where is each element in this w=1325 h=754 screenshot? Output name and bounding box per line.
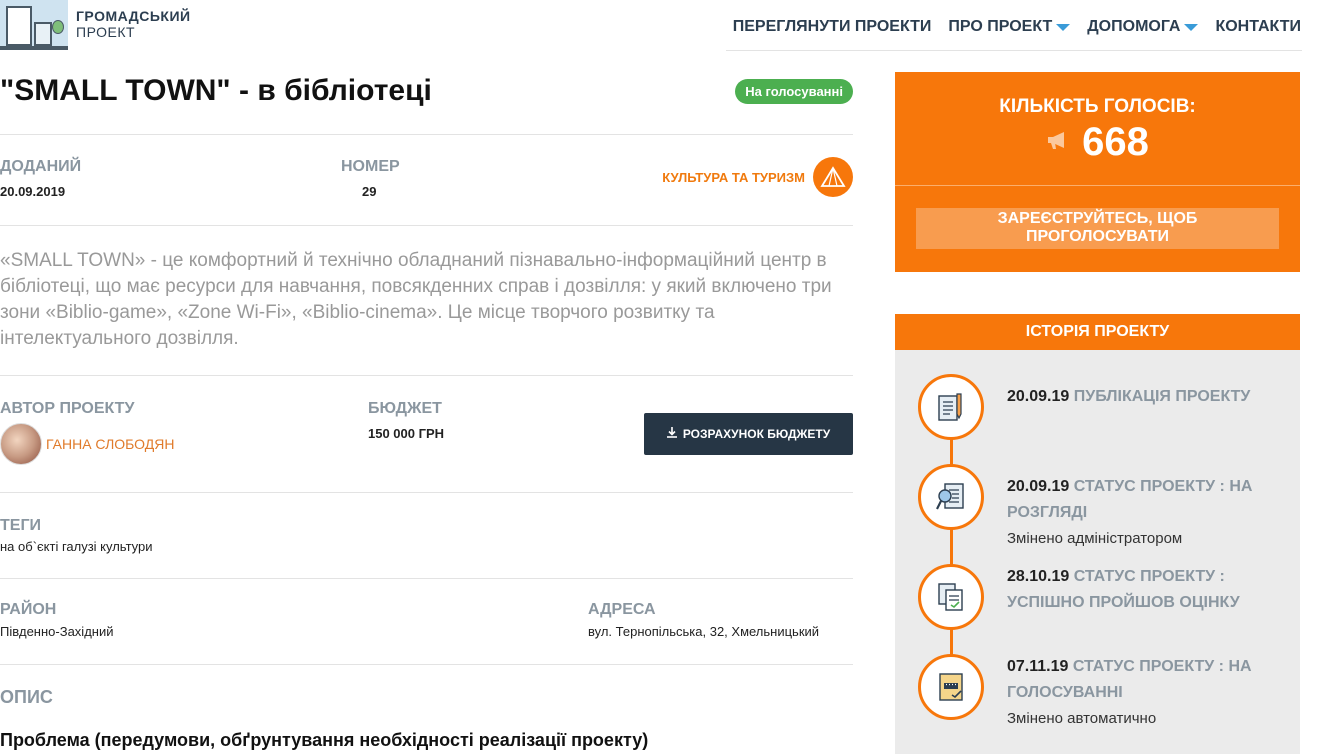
category-label: КУЛЬТУРА ТА ТУРИЗМ (662, 169, 805, 185)
votes-count-row: 668 (895, 120, 1300, 165)
address-value: вул. Тернопільська, 32, Хмельницький (588, 624, 820, 639)
votes-divider (895, 185, 1300, 186)
main-nav: ПЕРЕГЛЯНУТИ ПРОЕКТИ ПРО ПРОЕКТ ДОПОМОГА … (733, 18, 1301, 36)
budget-calc-button[interactable]: РОЗРАХУНОК БЮДЖЕТУ (644, 413, 853, 455)
address-label: АДРЕСА (588, 601, 656, 618)
nav-divider (726, 50, 1302, 51)
magnifier-document-icon (918, 464, 984, 530)
description-heading: ОПИС (0, 687, 53, 707)
nav-contacts[interactable]: КОНТАКТИ (1215, 18, 1301, 36)
divider (0, 578, 853, 579)
history-note: Змінено автоматично (1007, 710, 1157, 727)
logo-text: ГРОМАДСЬКИЙ ПРОЕКТ (76, 8, 191, 40)
budget-value: 150 000 ГРН (368, 426, 445, 441)
ballot-check-icon (918, 654, 984, 720)
number-label: НОМЕР (341, 158, 400, 175)
author-label: АВТОР ПРОЕКТУ (0, 400, 135, 417)
logo-line1: ГРОМАДСЬКИЙ (76, 8, 191, 24)
site-logo[interactable]: ГРОМАДСЬКИЙ ПРОЕКТ (0, 0, 200, 50)
divider (0, 375, 853, 376)
documents-check-icon (918, 564, 984, 630)
nav-help[interactable]: ДОПОМОГА (1087, 18, 1199, 36)
votes-panel: КІЛЬКІСТЬ ГОЛОСІВ: 668 ЗАРЕЄСТРУЙТЕСЬ, Щ… (895, 72, 1300, 272)
district-value: Південно-Західний (0, 624, 114, 639)
project-description: «SMALL TOWN» - це комфортний й технічно … (0, 250, 832, 349)
divider (0, 492, 853, 493)
register-to-vote-button[interactable]: ЗАРЕЄСТРУЙТЕСЬ, ЩОБ ПРОГОЛОСУВАТИ (916, 208, 1279, 249)
district-label: РАЙОН (0, 601, 57, 618)
chevron-down-icon (1056, 23, 1071, 31)
divider (0, 664, 853, 665)
nav-view-projects[interactable]: ПЕРЕГЛЯНУТИ ПРОЕКТИ (733, 18, 932, 36)
budget-calc-label: РОЗРАХУНОК БЮДЖЕТУ (682, 427, 831, 441)
votes-label: КІЛЬКІСТЬ ГОЛОСІВ: (999, 96, 1196, 117)
author[interactable]: ГАННА СЛОБОДЯН (0, 423, 174, 465)
added-label: ДОДАНИЙ (0, 158, 82, 175)
added-value: 20.09.2019 (0, 184, 66, 199)
tags-value[interactable]: на об`єкті галузі культури (0, 539, 153, 554)
status-badge: На голосуванні (735, 79, 853, 104)
nav-about-project[interactable]: ПРО ПРОЕКТ (948, 18, 1071, 36)
history-date: 07.11.19 (1007, 658, 1069, 675)
history-status: ПУБЛІКАЦІЯ ПРОЕКТУ (1073, 388, 1251, 405)
divider (0, 225, 853, 226)
logo-line2: ПРОЕКТ (76, 24, 136, 40)
download-icon (666, 427, 677, 441)
number-value: 29 (362, 184, 377, 199)
avatar (0, 423, 42, 465)
divider (0, 134, 853, 135)
category-link[interactable]: КУЛЬТУРА ТА ТУРИЗМ (662, 157, 853, 197)
megaphone-icon (1046, 130, 1070, 156)
votes-count: 668 (1082, 120, 1149, 164)
history-date: 28.10.19 (1007, 568, 1070, 585)
budget-label: БЮДЖЕТ (368, 400, 442, 417)
history-date: 20.09.19 (1007, 478, 1070, 495)
page-title: "SMALL TOWN" - в бібліотеці (0, 74, 432, 107)
logo-image (0, 0, 68, 50)
author-name: ГАННА СЛОБОДЯН (46, 436, 175, 452)
project-history: ІСТОРІЯ ПРОЕКТУ 20.09.19 ПУБЛІКАЦІЯ ПРОЕ… (895, 314, 1300, 754)
history-heading: ІСТОРІЯ ПРОЕКТУ (895, 314, 1300, 350)
tent-icon (813, 157, 853, 197)
tags-label: ТЕГИ (0, 517, 42, 534)
problem-heading: Проблема (передумови, обґрунтування необ… (0, 730, 649, 750)
document-pen-icon (918, 374, 984, 440)
chevron-down-icon (1184, 23, 1199, 31)
history-date: 20.09.19 (1007, 388, 1070, 405)
history-note: Змінено адміністратором (1007, 530, 1183, 547)
